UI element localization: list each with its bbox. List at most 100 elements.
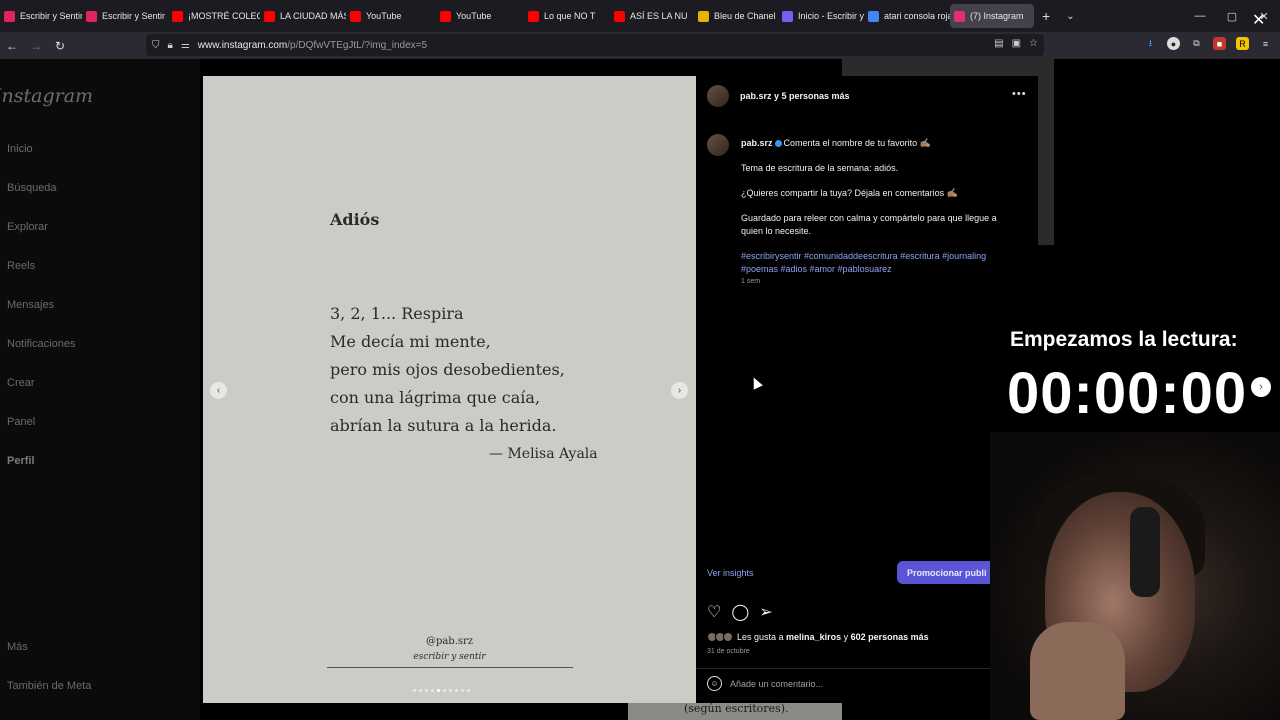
browser-tab[interactable]: Escribir y Sentir - (0, 0, 82, 32)
url-bar[interactable]: ⛉ 🔒︎ ⚌ www.instagram.com/p/DQfwVTEgJtL/?… (146, 34, 1044, 56)
carousel-dots (413, 689, 470, 692)
page-icon (782, 10, 793, 22)
sidebar-item-mas[interactable]: Más (7, 641, 28, 653)
sidebar-item-panel[interactable]: Panel (7, 416, 35, 428)
sidebar-item-busqueda[interactable]: Búsqueda (7, 182, 57, 194)
url-host: www.instagram.com (197, 39, 288, 51)
browser-tab[interactable]: YouTube (436, 0, 524, 32)
sidebar-item-inicio[interactable]: Inicio (7, 143, 33, 155)
youtube-icon (614, 10, 625, 22)
account-icon[interactable]: ● (1167, 37, 1180, 50)
extension-r-icon[interactable]: R (1236, 37, 1249, 50)
carousel-dot (425, 689, 428, 692)
close-tab-icon[interactable]: ✕ (1033, 11, 1034, 22)
sidebar-item-meta[interactable]: También de Meta (7, 680, 91, 692)
next-post-button[interactable]: › (1251, 377, 1271, 397)
post-author-name[interactable]: pab.srz y 5 personas más (740, 91, 850, 101)
caption-hashtags[interactable]: #escribirysentir #comunidaddeescritura #… (741, 250, 1021, 276)
sidebar-item-notificaciones[interactable]: Notificaciones (7, 338, 75, 350)
caption-avatar[interactable] (707, 134, 729, 156)
close-icon[interactable]: ✕ (1252, 10, 1265, 30)
url-text[interactable]: www.instagram.com/p/DQfwVTEgJtL/?img_ind… (198, 40, 427, 51)
avatar[interactable] (707, 85, 729, 107)
download-icon[interactable]: ⭳ (1144, 37, 1157, 50)
browser-tab[interactable]: Bleu de Chanel P (694, 0, 778, 32)
url-path: /p/DQfwVTEgJtL/?img_index=5 (287, 39, 428, 51)
post-info-panel: pab.srz y 5 personas más ••• pab.srz Come… (696, 76, 1038, 703)
liker-avatar (723, 632, 733, 642)
caption-first-line: Comenta el nombre de tu favorito ✍🏽 (783, 138, 931, 148)
headphones-icon (1130, 507, 1160, 597)
poem-title: Adiós (330, 210, 380, 229)
forward-arrow-icon[interactable]: → (24, 39, 48, 53)
youtube-icon (350, 10, 361, 22)
menu-icon[interactable]: ≡ (1259, 37, 1272, 50)
site-favicon-icon (4, 10, 15, 22)
minimize-button[interactable]: — (1184, 0, 1216, 32)
like-heart-icon[interactable]: ♡ (707, 602, 721, 622)
post-image[interactable]: Adiós 3, 2, 1... Respira Me decía mi men… (203, 76, 696, 703)
reload-icon[interactable]: ↻ (48, 39, 72, 53)
share-send-icon[interactable]: ➢ (759, 602, 772, 622)
image-subtitle: escribir y sentir (413, 652, 486, 662)
comment-input[interactable]: Añade un comentario... (730, 679, 823, 689)
tab-label: YouTube (366, 11, 402, 21)
browser-tab[interactable]: Lo que NO T (524, 0, 610, 32)
browser-tab[interactable]: atari consola roja (864, 0, 950, 32)
background-text: (según escritores). (684, 702, 789, 715)
window-controls: — ▢ ✕ (1184, 0, 1280, 32)
bookmark-star-icon[interactable]: ☆ (1029, 38, 1038, 49)
extensions-icon[interactable]: ⧉ (1190, 37, 1203, 50)
sidebar-item-perfil[interactable]: Perfil (7, 455, 35, 467)
likes-suffix: y (841, 632, 851, 642)
sidebar-item-crear[interactable]: Crear (7, 377, 35, 389)
sidebar-item-mensajes[interactable]: Mensajes (7, 299, 54, 311)
instagram-sidebar: Instagram Inicio Búsqueda Explorar Reels… (0, 59, 200, 720)
youtube-icon (172, 10, 183, 22)
sidebar-item-reels[interactable]: Reels (7, 260, 35, 272)
previous-image-button[interactable]: ‹ (210, 382, 227, 399)
permissions-icon[interactable]: ⚌ (181, 40, 190, 51)
emoji-icon[interactable]: ☺ (707, 676, 722, 691)
youtube-icon (264, 10, 275, 22)
maximize-button[interactable]: ▢ (1216, 0, 1248, 32)
verified-badge-icon (774, 140, 782, 148)
picture-in-picture-icon[interactable]: ▣ (1012, 38, 1021, 49)
likes-count[interactable]: 602 personas más (851, 632, 929, 642)
carousel-dot (437, 689, 440, 692)
browser-tab[interactable]: LA CIUDAD MÁS (260, 0, 346, 32)
extension-red-icon[interactable]: ■ (1213, 37, 1226, 50)
back-arrow-icon[interactable]: ← (0, 39, 24, 53)
caption-username[interactable]: pab.srz (741, 138, 773, 148)
carousel-dot (467, 689, 470, 692)
lock-icon[interactable]: 🔒︎ (168, 40, 173, 51)
carousel-dot (443, 689, 446, 692)
caption-paragraph: ¿Quieres compartir la tuya? Déjala en co… (741, 188, 958, 198)
tab-list-chevron-icon[interactable]: ⌄ (1058, 11, 1082, 22)
tab-label: ¡MOSTRÉ COLECC (188, 11, 260, 21)
likes-summary[interactable]: Les gusta a melina_kiros y 602 personas … (707, 632, 929, 642)
likes-user[interactable]: melina_kiros (786, 632, 841, 642)
reader-view-icon[interactable]: ▤ (994, 38, 1003, 49)
browser-tab[interactable]: ¡MOSTRÉ COLECC (168, 0, 260, 32)
google-icon (868, 10, 879, 22)
shield-icon[interactable]: ⛉ (152, 40, 160, 51)
instagram-logo[interactable]: Instagram (0, 85, 93, 107)
webcam-feed (990, 432, 1280, 720)
next-image-button[interactable]: › (671, 382, 688, 399)
more-options-icon[interactable]: ••• (1012, 88, 1027, 100)
carousel-dot (449, 689, 452, 692)
browser-tab[interactable]: (7) Instagram ✕ (950, 4, 1034, 28)
poem-line: abrían la sutura a la herida. (330, 416, 557, 435)
browser-tab-bar: Escribir y Sentir - Escribir y Sentir ¡MO… (0, 0, 1280, 32)
tab-label: atari consola roja (884, 11, 950, 21)
browser-tab[interactable]: ASÍ ES LA NU (610, 0, 694, 32)
browser-navbar: ← → ↻ ⛉ 🔒︎ ⚌ www.instagram.com/p/DQfwVTE… (0, 32, 1280, 59)
browser-tab[interactable]: Escribir y Sentir (82, 0, 168, 32)
new-tab-button[interactable]: + (1034, 8, 1058, 24)
sidebar-item-explorar[interactable]: Explorar (7, 221, 48, 233)
browser-tab[interactable]: YouTube (346, 0, 436, 32)
insights-link[interactable]: Ver insights (707, 568, 754, 578)
comment-bubble-icon[interactable]: ◯ (731, 602, 749, 622)
browser-tab[interactable]: Inicio - Escribir y (778, 0, 864, 32)
